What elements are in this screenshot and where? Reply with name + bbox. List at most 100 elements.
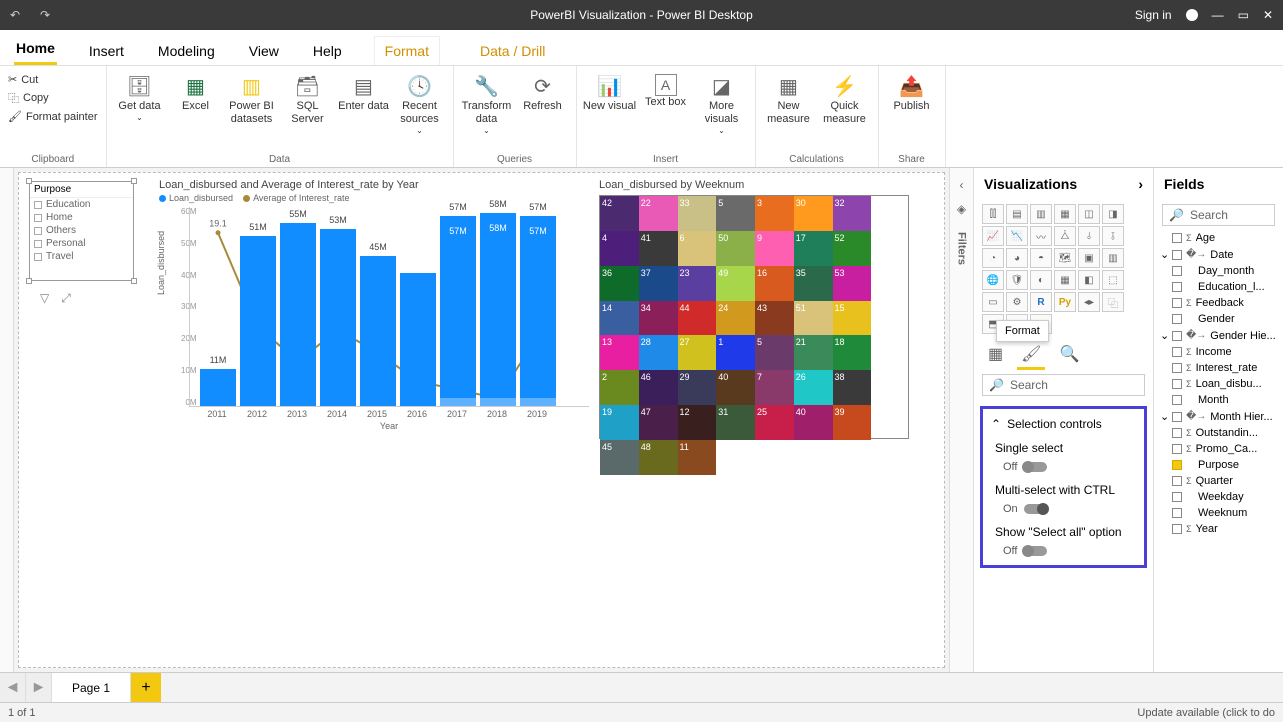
- treemap-cell[interactable]: 42: [600, 196, 639, 231]
- viz-type-icon[interactable]: ⫱: [1102, 226, 1124, 246]
- page-tab-1[interactable]: Page 1: [52, 673, 131, 702]
- new-visual-button[interactable]: 📊New visual: [583, 70, 637, 113]
- treemap-cell[interactable]: 11: [678, 440, 717, 475]
- checkbox-icon[interactable]: [1172, 444, 1182, 454]
- treemap-cell[interactable]: 14: [600, 301, 639, 336]
- selection-controls-header[interactable]: ⌃ Selection controls: [991, 417, 1136, 431]
- format-tab-icon[interactable]: 🖌: [1021, 344, 1041, 364]
- get-data-button[interactable]: 🗄Get data⌄: [113, 70, 167, 123]
- treemap-cell[interactable]: 17: [794, 231, 833, 266]
- field-item[interactable]: Weeknum: [1154, 505, 1283, 521]
- treemap-cell[interactable]: 15: [833, 301, 872, 336]
- fields-tab-icon[interactable]: ▦: [988, 344, 1003, 364]
- checkbox-icon[interactable]: [34, 227, 42, 235]
- checkbox-icon[interactable]: [1172, 524, 1182, 534]
- field-item[interactable]: Weekday: [1154, 489, 1283, 505]
- undo-icon[interactable]: ↶: [0, 8, 30, 22]
- treemap-cell[interactable]: 5: [716, 196, 755, 231]
- slicer-item[interactable]: Travel: [30, 250, 133, 263]
- quick-measure-button[interactable]: ⚡Quick measure: [818, 70, 872, 126]
- checkbox-icon[interactable]: [1172, 476, 1182, 486]
- publish-button[interactable]: 📤Publish: [885, 70, 939, 113]
- viz-type-icon[interactable]: ◫: [1078, 204, 1100, 224]
- tab-insert[interactable]: Insert: [87, 37, 126, 65]
- page-prev[interactable]: ◄: [0, 673, 26, 702]
- field-item[interactable]: ΣOutstandin...: [1154, 425, 1283, 441]
- tab-view[interactable]: View: [247, 37, 281, 65]
- recent-sources-button[interactable]: 🕓Recent sources⌄: [393, 70, 447, 136]
- status-update[interactable]: Update available (click to do: [1137, 707, 1275, 719]
- viz-type-icon[interactable]: 🌐: [982, 270, 1004, 290]
- treemap-cell[interactable]: 44: [678, 301, 717, 336]
- viz-search[interactable]: 🔎 Search: [982, 374, 1145, 396]
- checkbox-icon[interactable]: [34, 214, 42, 222]
- minimize-icon[interactable]: —: [1212, 8, 1224, 22]
- treemap-cell[interactable]: 53: [833, 266, 872, 301]
- field-item[interactable]: ⌄�→Date: [1154, 246, 1283, 263]
- treemap-cell[interactable]: 38: [833, 370, 872, 405]
- treemap-cell[interactable]: 21: [794, 335, 833, 370]
- tab-modeling[interactable]: Modeling: [156, 37, 217, 65]
- treemap-cell[interactable]: 43: [755, 301, 794, 336]
- select-all-toggle[interactable]: Off: [995, 545, 1136, 557]
- treemap-cell[interactable]: 40: [794, 405, 833, 440]
- new-measure-button[interactable]: ▦New measure: [762, 70, 816, 126]
- field-item[interactable]: ΣAge: [1154, 230, 1283, 246]
- checkbox-icon[interactable]: [1172, 347, 1182, 357]
- refresh-button[interactable]: ⟳Refresh: [516, 70, 570, 113]
- single-select-toggle[interactable]: Off: [995, 461, 1136, 473]
- transform-data-button[interactable]: 🔧Transform data⌄: [460, 70, 514, 136]
- treemap-cell[interactable]: 31: [716, 405, 755, 440]
- viz-type-icon[interactable]: ▦: [1054, 204, 1076, 224]
- treemap-cell[interactable]: 7: [755, 370, 794, 405]
- checkbox-icon[interactable]: [1172, 379, 1182, 389]
- fields-search[interactable]: 🔎 Search: [1162, 204, 1275, 226]
- tab-home[interactable]: Home: [14, 34, 57, 65]
- bookmark-icon[interactable]: ◈: [957, 202, 966, 216]
- field-item[interactable]: Month: [1154, 392, 1283, 408]
- page-next[interactable]: ►: [26, 673, 52, 702]
- field-item[interactable]: ΣIncome: [1154, 344, 1283, 360]
- checkbox-icon[interactable]: [1172, 298, 1182, 308]
- checkbox-icon[interactable]: [1172, 282, 1182, 292]
- viz-type-icon[interactable]: ◧: [1078, 270, 1100, 290]
- bar[interactable]: 57M57M: [440, 216, 476, 406]
- viz-type-icon[interactable]: ◓: [1030, 248, 1052, 268]
- checkbox-icon[interactable]: [34, 201, 42, 209]
- chevron-left-icon[interactable]: ‹: [960, 178, 964, 192]
- viz-type-icon[interactable]: ⬚: [1102, 270, 1124, 290]
- treemap-cell[interactable]: 1: [716, 335, 755, 370]
- treemap-cell[interactable]: 52: [833, 231, 872, 266]
- treemap-cell[interactable]: 49: [716, 266, 755, 301]
- viz-type-icon[interactable]: ▭: [982, 292, 1004, 312]
- bar[interactable]: 55M: [280, 223, 316, 406]
- treemap-cell[interactable]: 27: [678, 335, 717, 370]
- filters-pane-collapsed[interactable]: ‹ ◈ Filters: [949, 168, 973, 672]
- viz-type-icon[interactable]: 📈: [982, 226, 1004, 246]
- slicer-item[interactable]: Personal: [30, 237, 133, 250]
- checkbox-icon[interactable]: [1172, 233, 1182, 243]
- treemap-cell[interactable]: 23: [678, 266, 717, 301]
- redo-icon[interactable]: ↷: [30, 8, 60, 22]
- treemap-cell[interactable]: 51: [794, 301, 833, 336]
- viz-type-icon[interactable]: ▦: [1054, 270, 1076, 290]
- viz-type-icon[interactable]: ▥: [1030, 204, 1052, 224]
- treemap-cell[interactable]: 24: [716, 301, 755, 336]
- copy-button[interactable]: ⿻Copy: [6, 89, 100, 107]
- viz-type-icon[interactable]: R: [1030, 292, 1052, 312]
- field-item[interactable]: ⌄�→Gender Hie...: [1154, 327, 1283, 344]
- field-item[interactable]: Gender: [1154, 311, 1283, 327]
- field-item[interactable]: ΣFeedback: [1154, 295, 1283, 311]
- multi-select-toggle[interactable]: On: [995, 503, 1136, 515]
- bar[interactable]: [400, 273, 436, 406]
- viz-type-icon[interactable]: ▤: [1006, 204, 1028, 224]
- treemap-cell[interactable]: 33: [678, 196, 717, 231]
- focus-icon[interactable]: ⤢: [61, 291, 71, 306]
- viz-type-icon[interactable]: 🗺: [1054, 248, 1076, 268]
- checkbox-icon[interactable]: [1172, 428, 1182, 438]
- treemap-cell[interactable]: 48: [639, 440, 678, 475]
- treemap-cell[interactable]: 29: [678, 370, 717, 405]
- analytics-tab-icon[interactable]: 🔍: [1059, 344, 1079, 364]
- viz-type-icon[interactable]: ◂▸: [1078, 292, 1100, 312]
- checkbox-icon[interactable]: [1172, 266, 1182, 276]
